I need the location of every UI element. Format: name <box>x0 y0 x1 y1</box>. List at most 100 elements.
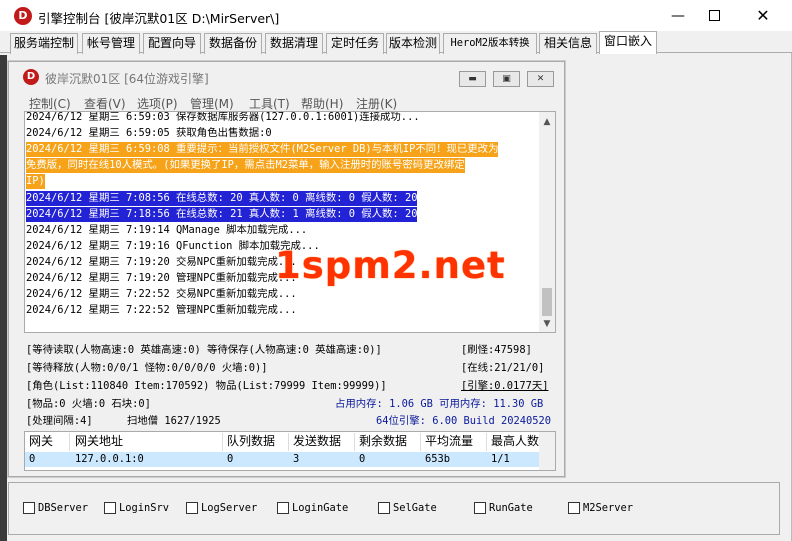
log-scrollbar[interactable]: ▲ ▼ <box>539 112 555 332</box>
menu-manage[interactable]: 管理(M) <box>190 95 234 112</box>
scroll-down-icon[interactable]: ▼ <box>539 316 555 332</box>
menu-bar: 控制(C) 查看(V) 选项(P) 管理(M) 工具(T) 帮助(H) 注册(K… <box>9 92 564 112</box>
checkbox-dbserver[interactable]: DBServer <box>23 502 88 514</box>
tab-info[interactable]: 相关信息 <box>539 33 597 54</box>
window-title: 引擎控制台 [彼岸沉默01区 D:\MirServer\] <box>38 11 280 26</box>
checkbox-label: RunGate <box>489 502 533 514</box>
col-header-avg-traffic[interactable]: 平均流量 <box>421 433 487 451</box>
menu-help[interactable]: 帮助(H) <box>301 95 343 112</box>
role-item-status: [角色(List:110840 Item:170592) 物品(List:799… <box>26 380 387 392</box>
checkbox-label: LoginSrv <box>119 502 170 514</box>
minimize-icon: ▬ <box>468 74 477 84</box>
cell-sent: 3 <box>293 453 300 465</box>
checkbox-m2server[interactable]: M2Server <box>568 502 633 514</box>
checkbox-box[interactable] <box>186 502 198 514</box>
monster-count: [刷怪:47598] <box>461 344 532 356</box>
checkbox-loginsrv[interactable]: LoginSrv <box>104 502 169 514</box>
close-icon: ✕ <box>756 6 770 25</box>
title-bar[interactable]: D 引擎控制台 [彼岸沉默01区 D:\MirServer\] — ✕ <box>0 0 792 31</box>
table-scrollbar[interactable] <box>539 432 555 470</box>
log-line-selected: 2024/6/12 星期三 7:08:56 在线总数: 20 真人数: 0 离线… <box>26 191 418 206</box>
tab-cleanup[interactable]: 数据清理 <box>265 33 323 54</box>
maximize-button[interactable] <box>691 0 737 31</box>
tab-config[interactable]: 配置向导 <box>143 33 201 54</box>
col-header-max-users[interactable]: 最高人数 <box>487 433 547 451</box>
checkbox-box[interactable] <box>568 502 580 514</box>
tab-bar: 服务端控制 帐号管理 配置向导 数据备份 数据清理 定时任务 版本检测 Hero… <box>0 31 792 54</box>
interval-status: [处理间隔:4] <box>26 415 93 427</box>
tab-server-control[interactable]: 服务端控制 <box>10 33 78 54</box>
log-line-selected: 2024/6/12 星期三 7:18:56 在线总数: 21 真人数: 1 离线… <box>26 207 418 222</box>
menu-control[interactable]: 控制(C) <box>29 95 71 112</box>
gateway-table[interactable]: 网关 网关地址 队列数据 发送数据 剩余数据 平均流量 最高人数 0 127.0… <box>24 431 556 471</box>
checkbox-label: LogServer <box>201 502 258 514</box>
cell-address: 127.0.0.1:0 <box>75 453 144 465</box>
checkbox-label: SelGate <box>393 502 437 514</box>
inner-window-title: 彼岸沉默01区 [64位游戏引擎] <box>45 72 209 86</box>
checkbox-selgate[interactable]: SelGate <box>378 502 437 514</box>
checkbox-box[interactable] <box>474 502 486 514</box>
col-header-queue[interactable]: 队列数据 <box>223 433 289 451</box>
minimize-icon: — <box>671 7 685 24</box>
log-line: 2024/6/12 星期三 7:19:20 交易NPC重新加载完成... <box>26 256 297 268</box>
engine-logo-icon: D <box>23 69 39 85</box>
server-checkbox-panel: DBServer LoginSrv LogServer LoginGate Se… <box>8 482 780 535</box>
checkbox-box[interactable] <box>378 502 390 514</box>
background-desktop <box>0 55 7 541</box>
checkbox-logingate[interactable]: LoginGate <box>277 502 348 514</box>
checkbox-box[interactable] <box>277 502 289 514</box>
engine-uptime[interactable]: [引擎:0.0177天] <box>461 377 548 392</box>
checkbox-box[interactable] <box>23 502 35 514</box>
restore-icon: ▣ <box>502 74 511 84</box>
checkbox-box[interactable] <box>104 502 116 514</box>
log-line: 2024/6/12 星期三 7:22:52 交易NPC重新加载完成... <box>26 288 297 300</box>
maximize-icon <box>708 10 720 21</box>
menu-register[interactable]: 注册(K) <box>356 95 397 112</box>
checkbox-label: DBServer <box>38 502 89 514</box>
checkbox-logserver[interactable]: LogServer <box>186 502 257 514</box>
checkbox-label: LoginGate <box>292 502 349 514</box>
main-window: D 引擎控制台 [彼岸沉默01区 D:\MirServer\] — ✕ 服务端控… <box>0 0 792 541</box>
tab-window-embed[interactable]: 窗口嵌入 <box>599 31 657 54</box>
tab-version-check[interactable]: 版本检测 <box>386 33 440 54</box>
tab-backup[interactable]: 数据备份 <box>204 33 262 54</box>
log-line: 2024/6/12 星期三 6:59:05 获取角色出售数据:0 <box>26 127 272 139</box>
engine-build: 64位引擎: 6.00 Build 20240520 <box>376 415 552 427</box>
log-line: 2024/6/12 星期三 7:19:14 QManage 脚本加载完成... <box>26 224 308 236</box>
log-line: 2024/6/12 星期三 7:19:20 管理NPC重新加载完成... <box>26 272 297 284</box>
col-header-gateway[interactable]: 网关 <box>25 433 70 451</box>
inner-minimize-button[interactable]: ▬ <box>459 71 486 87</box>
cell-avg-traffic: 653b <box>425 453 451 465</box>
scroll-up-icon[interactable]: ▲ <box>539 114 555 130</box>
tab-schedule[interactable]: 定时任务 <box>326 33 384 54</box>
wait-read-status: [等待读取(人物高速:0 英雄高速:0) 等待保存(人物高速:0 英雄高速:0)… <box>26 344 382 356</box>
cell-max-users: 1/1 <box>491 453 510 465</box>
log-line: 2024/6/12 星期三 7:22:52 管理NPC重新加载完成... <box>26 304 297 316</box>
checkbox-label: M2Server <box>583 502 634 514</box>
scroll-thumb[interactable] <box>542 288 552 316</box>
menu-options[interactable]: 选项(P) <box>137 95 178 112</box>
log-line: 2024/6/12 星期三 6:59:03 保存数据库服务器(127.0.0.1… <box>26 111 420 123</box>
log-line-warning: IP) <box>26 174 45 189</box>
inner-close-button[interactable]: ✕ <box>527 71 554 87</box>
tab-account[interactable]: 帐号管理 <box>82 33 140 54</box>
close-icon: ✕ <box>536 74 545 84</box>
tab-herom2-convert[interactable]: HeroM2版本转换 <box>443 33 537 54</box>
items-status: [物品:0 火墙:0 石块:0] <box>26 398 151 410</box>
app-logo-icon: D <box>14 7 32 25</box>
wait-release-status: [等待释放(人物:0/0/1 怪物:0/0/0/0 火墙:0)] <box>26 362 268 374</box>
col-header-remaining[interactable]: 剩余数据 <box>355 433 421 451</box>
col-header-sent[interactable]: 发送数据 <box>289 433 355 451</box>
cell-gateway: 0 <box>29 453 36 465</box>
menu-view[interactable]: 查看(V) <box>84 95 126 112</box>
menu-tools[interactable]: 工具(T) <box>249 95 290 112</box>
inner-restore-button[interactable]: ▣ <box>493 71 520 87</box>
checkbox-rungate[interactable]: RunGate <box>474 502 533 514</box>
inner-title-bar[interactable]: D 彼岸沉默01区 [64位游戏引擎] ▬ ▣ ✕ <box>9 62 564 91</box>
col-header-address[interactable]: 网关地址 <box>71 433 223 451</box>
memory-status: 占用内存: 1.06 GB 可用内存: 11.30 GB <box>335 398 544 410</box>
online-count: [在线:21/21/0] <box>461 362 545 374</box>
close-button[interactable]: ✕ <box>740 0 786 31</box>
log-line-warning: 2024/6/12 星期三 6:59:08 重要提示：当前授权文件(M2Serv… <box>26 142 499 157</box>
log-textarea[interactable]: 2024/6/12 星期三 6:59:03 保存数据库服务器(127.0.0.1… <box>24 111 556 333</box>
